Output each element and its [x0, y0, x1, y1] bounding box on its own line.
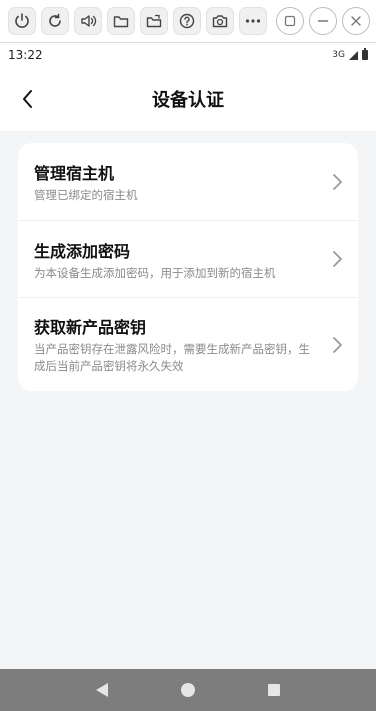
menu-item-title: 管理宿主机 — [34, 164, 115, 183]
menu-item-description: 当产品密钥存在泄露风险时，需要生成新产品密钥，生成后当前产品密钥将永久失效 — [34, 342, 310, 373]
menu-item-new-product-key[interactable]: 获取新产品密钥 当产品密钥存在泄露风险时，需要生成新产品密钥，生成后当前产品密钥… — [18, 297, 358, 391]
battery-icon — [362, 48, 368, 60]
volume-button[interactable] — [74, 7, 102, 35]
clipboard-folder-button[interactable] — [140, 7, 168, 35]
folder-icon — [113, 16, 129, 28]
more-icon — [245, 19, 261, 23]
system-nav-bar — [0, 669, 376, 711]
refresh-button[interactable] — [41, 7, 69, 35]
camera-icon — [212, 15, 228, 28]
menu-item-manage-host[interactable]: 管理宿主机 管理已绑定的宿主机 — [18, 143, 358, 220]
screenshot-button[interactable] — [206, 7, 234, 35]
help-button[interactable] — [173, 7, 201, 35]
menu-item-description: 为本设备生成添加密码，用于添加到新的宿主机 — [34, 266, 276, 280]
nav-back-icon[interactable] — [96, 683, 109, 697]
nav-recents-icon[interactable] — [267, 684, 280, 696]
power-button[interactable] — [8, 7, 36, 35]
folder-button[interactable] — [107, 7, 135, 35]
phone-screen: 13:22 3G 设备认证 管理宿主机 管理已绑定的宿主机 生成添加密码 为本设… — [0, 43, 376, 711]
minimize-button[interactable] — [309, 7, 337, 35]
help-icon — [179, 13, 195, 29]
clipboard-folder-icon — [146, 14, 162, 28]
volume-icon — [81, 15, 97, 27]
chevron-right-icon — [333, 336, 342, 353]
status-indicators: 3G — [332, 48, 368, 60]
restore-button[interactable] — [276, 7, 304, 35]
chevron-right-icon — [333, 173, 342, 190]
status-bar: 13:22 3G — [0, 43, 376, 67]
chevron-right-icon — [333, 251, 342, 267]
page-title: 设备认证 — [152, 90, 224, 111]
app-header: 设备认证 — [0, 67, 376, 131]
close-button[interactable] — [342, 7, 370, 35]
signal-icon — [349, 50, 358, 60]
status-time: 13:22 — [8, 48, 43, 62]
menu-item-title: 生成添加密码 — [34, 242, 131, 261]
menu-item-description: 管理已绑定的宿主机 — [34, 188, 138, 202]
back-button[interactable] — [14, 85, 42, 113]
refresh-icon — [49, 13, 61, 27]
back-arrow-icon — [23, 90, 32, 108]
more-button[interactable] — [239, 7, 267, 35]
network-type: 3G — [332, 50, 345, 60]
emulator-toolbar — [0, 0, 376, 42]
menu-item-generate-password[interactable]: 生成添加密码 为本设备生成添加密码，用于添加到新的宿主机 — [18, 220, 358, 297]
restore-icon — [284, 15, 296, 27]
power-icon — [15, 13, 29, 28]
minimize-icon — [317, 20, 329, 22]
nav-home-icon[interactable] — [180, 683, 195, 697]
settings-card: 管理宿主机 管理已绑定的宿主机 生成添加密码 为本设备生成添加密码，用于添加到新… — [18, 143, 358, 391]
close-icon — [351, 16, 361, 26]
menu-item-title: 获取新产品密钥 — [34, 318, 147, 337]
